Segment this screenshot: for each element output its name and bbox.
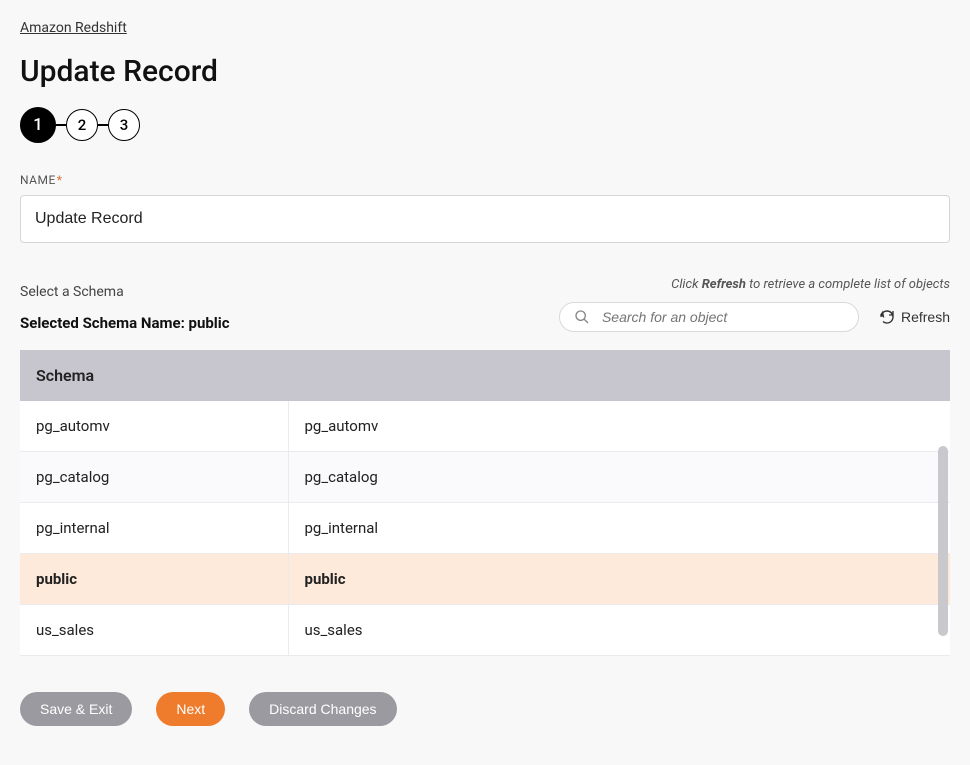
schema-cell: public — [20, 554, 288, 605]
breadcrumb-link[interactable]: Amazon Redshift — [20, 20, 127, 36]
schema-table: Schema pg_automvpg_automvpg_catalogpg_ca… — [20, 350, 950, 656]
schema-cell: pg_automv — [20, 401, 288, 452]
schema-cell: pg_catalog — [20, 452, 288, 503]
required-marker: * — [57, 173, 63, 187]
table-row[interactable]: pg_catalogpg_catalog — [20, 452, 950, 503]
step-2[interactable]: 2 — [66, 109, 98, 141]
name-input[interactable] — [20, 195, 950, 243]
next-button[interactable]: Next — [156, 692, 225, 726]
search-icon — [574, 309, 590, 325]
footer-actions: Save & Exit Next Discard Changes — [20, 692, 950, 726]
step-1[interactable]: 1 — [20, 107, 56, 143]
step-connector — [56, 124, 66, 126]
schema-cell: pg_automv — [288, 401, 950, 452]
refresh-button[interactable]: Refresh — [879, 309, 950, 325]
schema-cell: public — [288, 554, 950, 605]
step-3[interactable]: 3 — [108, 109, 140, 141]
schema-cell: pg_catalog — [288, 452, 950, 503]
refresh-icon — [879, 309, 895, 325]
discard-changes-button[interactable]: Discard Changes — [249, 692, 396, 726]
selected-schema-name: Selected Schema Name: public — [20, 314, 230, 332]
scrollbar-thumb[interactable] — [938, 446, 948, 636]
schema-cell: us_sales — [288, 605, 950, 656]
save-exit-button[interactable]: Save & Exit — [20, 692, 132, 726]
select-schema-label: Select a Schema — [20, 284, 230, 300]
table-row[interactable]: us_salesus_sales — [20, 605, 950, 656]
scrollbar-track[interactable] — [936, 400, 950, 656]
table-row[interactable]: pg_automvpg_automv — [20, 401, 950, 452]
step-connector — [98, 124, 108, 126]
search-input[interactable] — [600, 308, 844, 326]
page-title: Update Record — [20, 54, 950, 89]
table-header-schema: Schema — [20, 350, 950, 401]
refresh-hint: Click Refresh to retrieve a complete lis… — [559, 277, 950, 292]
schema-cell: us_sales — [20, 605, 288, 656]
schema-table-wrap: Schema pg_automvpg_automvpg_catalogpg_ca… — [20, 350, 950, 656]
schema-cell: pg_internal — [288, 503, 950, 554]
schema-cell: pg_internal — [20, 503, 288, 554]
search-box[interactable] — [559, 302, 859, 332]
table-row[interactable]: publicpublic — [20, 554, 950, 605]
name-field-label: NAME* — [20, 173, 950, 187]
stepper: 123 — [20, 107, 950, 143]
table-row[interactable]: pg_internalpg_internal — [20, 503, 950, 554]
